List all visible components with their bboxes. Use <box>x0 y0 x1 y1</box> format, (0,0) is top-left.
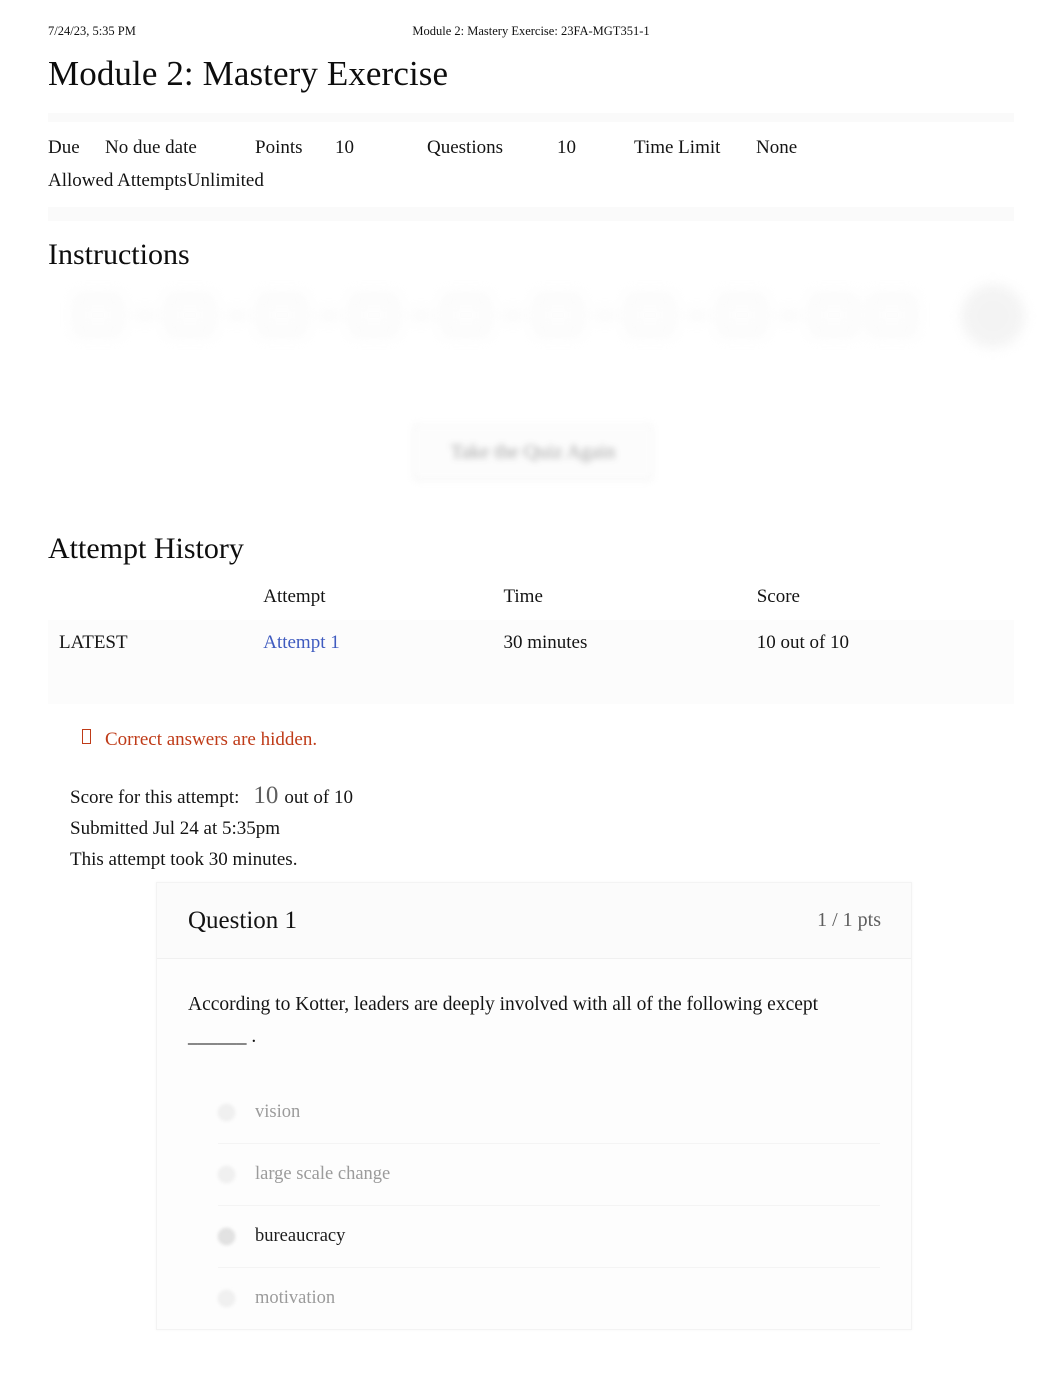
table-header-row: Attempt Time Score <box>48 582 1014 620</box>
attempt-score-row: Score for this attempt: 10 out of 10 <box>70 780 353 813</box>
col-header-blank <box>48 582 263 620</box>
attempt-table-filler <box>48 662 1014 704</box>
radio-icon[interactable] <box>218 1166 235 1183</box>
table-row: LATEST Attempt 1 30 minutes 10 out of 10 <box>48 620 1014 668</box>
meta-due: Due No due date <box>48 131 255 164</box>
meta-time-limit-value: None <box>756 137 798 158</box>
answer-option-vision[interactable]: vision <box>218 1081 880 1143</box>
answer-option-bureaucracy[interactable]: bureaucracy <box>218 1205 880 1267</box>
meta-allowed-attempts: Allowed Attempts Unlimited <box>48 164 264 197</box>
col-header-score: Score <box>756 586 800 607</box>
meta-time-limit: Time Limit None <box>634 131 874 164</box>
question-body: According to Kotter, leaders are deeply … <box>157 959 911 1329</box>
take-quiz-again-container[interactable]: Take the Quiz Again <box>413 424 653 480</box>
meta-questions-value: 10 <box>557 137 576 158</box>
attempt-score-suffix: out of 10 <box>284 787 353 808</box>
row-time-cell: 30 minutes <box>503 620 757 668</box>
question-points: 1 / 1 pts <box>817 909 881 931</box>
answer-list: vision large scale change bureaucracy mo… <box>218 1081 880 1329</box>
correct-answers-hidden-text: Correct answers are hidden. <box>105 729 318 750</box>
question-card: Question 1 1 / 1 pts According to Kotter… <box>156 882 912 1330</box>
attempt-submitted: Submitted Jul 24 at 5:35pm <box>70 818 281 839</box>
meta-points-label: Points <box>255 137 303 158</box>
attempt-summary: Score for this attempt: 10 out of 10 Submi… <box>70 780 353 875</box>
answer-label: vision <box>255 1101 301 1122</box>
answer-option-motivation[interactable]: motivation <box>218 1267 880 1329</box>
row-score-cell: 10 out of 10 <box>756 620 1014 668</box>
page-title: Module 2: Mastery Exercise <box>48 54 449 93</box>
meta-points: Points 10 <box>255 131 427 164</box>
meta-allowed-attempts-label: Allowed Attempts <box>48 170 187 191</box>
col-header-attempt: Attempt <box>263 586 326 607</box>
question-text: According to Kotter, leaders are deeply … <box>188 994 819 1047</box>
attempt-1-link[interactable]: Attempt 1 <box>263 632 340 653</box>
col-header-time: Time <box>503 586 543 607</box>
radio-icon[interactable] <box>218 1290 235 1307</box>
question-header: Question 1 1 / 1 pts <box>157 883 911 959</box>
meta-allowed-attempts-value: Unlimited <box>186 170 264 191</box>
radio-icon[interactable] <box>218 1103 235 1121</box>
quiz-meta-band: Due No due date Points 10 Questions 10 T… <box>48 113 1014 221</box>
quiz-meta-row-2: Allowed Attempts Unlimited <box>48 164 1014 197</box>
correct-answers-hidden-notice: Correct answers are hidden. <box>82 729 317 751</box>
page-bottom-cut <box>0 1335 1062 1377</box>
radio-icon-selected[interactable] <box>218 1228 235 1245</box>
answer-option-large-scale-change[interactable]: large scale change <box>218 1143 880 1205</box>
meta-due-label: Due <box>48 137 80 158</box>
attempt-duration: This attempt took 30 minutes. <box>70 849 298 870</box>
quiz-meta-row-1: Due No due date Points 10 Questions 10 T… <box>48 131 1014 164</box>
attempt-score-label: Score for this attempt: <box>70 787 240 808</box>
answer-label: motivation <box>255 1288 336 1308</box>
take-quiz-again-button[interactable]: Take the Quiz Again <box>413 424 653 480</box>
attempt-history-table: Attempt Time Score LATEST Attempt 1 30 m… <box>48 582 1014 668</box>
instructions-blurred-badge-icon <box>962 285 1024 347</box>
instructions-blurred-content <box>48 286 968 348</box>
meta-points-value: 10 <box>335 137 354 158</box>
question-title: Question 1 <box>188 906 298 934</box>
meta-questions: Questions 10 <box>427 131 634 164</box>
attempt-history-heading: Attempt History <box>48 532 244 565</box>
meta-time-limit-label: Time Limit <box>634 137 721 158</box>
attempt-score-value: 10 <box>253 782 279 809</box>
instructions-heading: Instructions <box>48 238 190 271</box>
answer-label: bureaucracy <box>255 1226 346 1246</box>
meta-due-value: No due date <box>105 137 197 158</box>
warning-icon <box>82 729 91 744</box>
print-header: 7/24/23, 5:35 PM Module 2: Mastery Exerc… <box>0 24 1062 42</box>
answer-label: large scale change <box>255 1164 391 1184</box>
row-attempt-cell[interactable]: Attempt 1 <box>263 620 504 668</box>
meta-questions-label: Questions <box>427 137 503 158</box>
row-latest-badge: LATEST <box>48 620 264 668</box>
print-header-title: Module 2: Mastery Exercise: 23FA-MGT351-… <box>412 24 650 38</box>
